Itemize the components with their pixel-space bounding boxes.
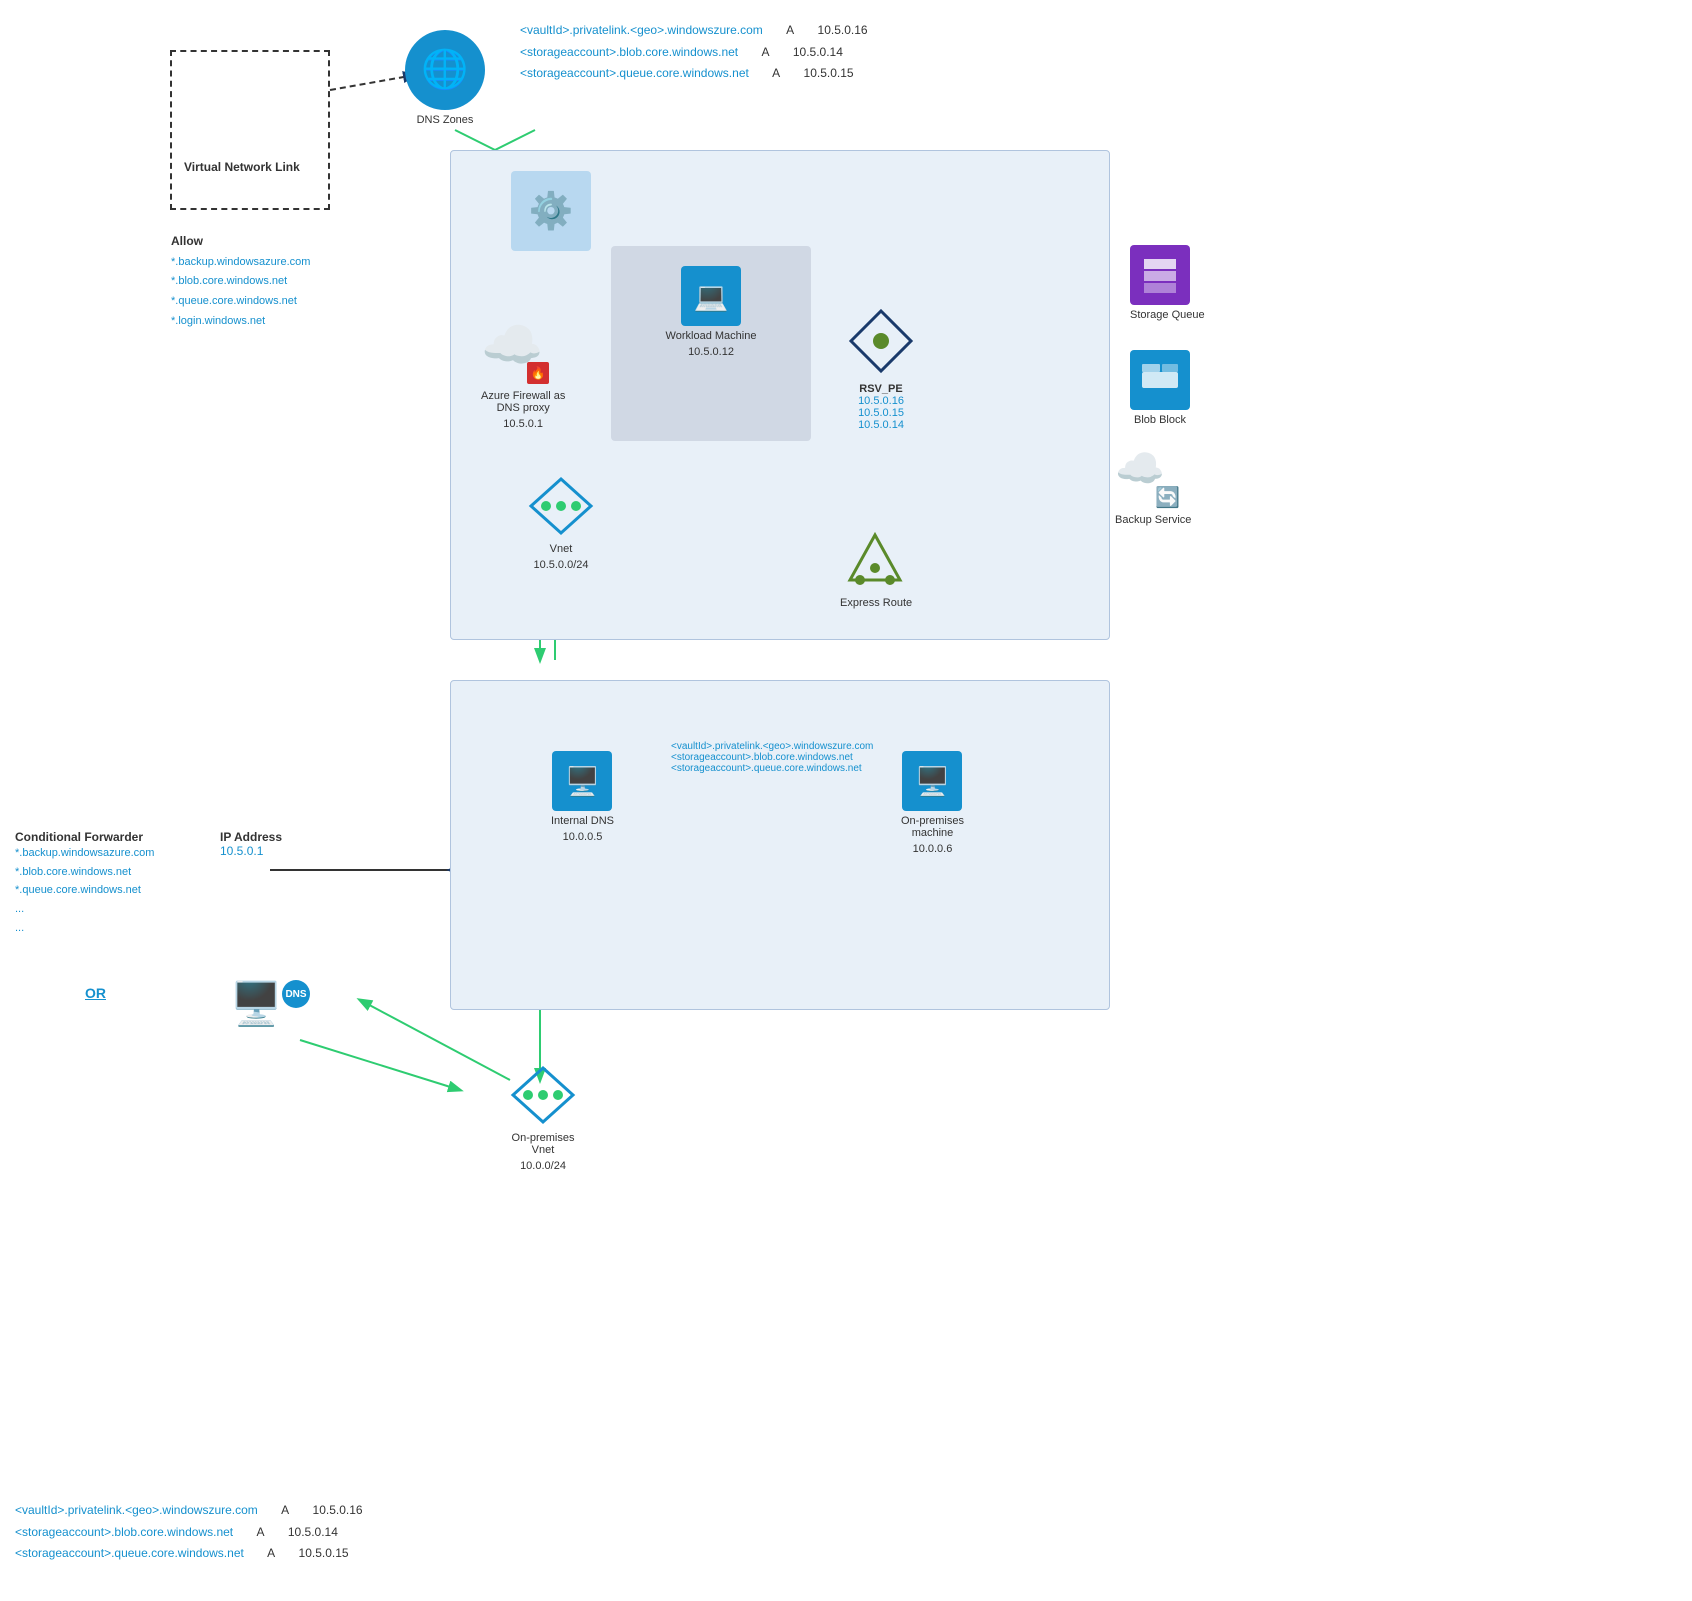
allow-item-2: *.blob.core.windows.net bbox=[171, 272, 310, 292]
cf-item-3: *.queue.core.windows.net bbox=[15, 881, 154, 900]
blob-block-icon bbox=[1130, 350, 1190, 410]
rsv-pe-icon bbox=[846, 306, 916, 376]
cf-item-4: ... bbox=[15, 900, 154, 919]
dns-record-3-name: <storageaccount>.queue.core.windows.net bbox=[520, 66, 749, 80]
dns-records-top: <vaultId>.privatelink.<geo>.windowszure.… bbox=[520, 20, 868, 85]
storage-queue-icon bbox=[1130, 245, 1190, 305]
dns-bottom-1-type: A bbox=[261, 1503, 309, 1517]
blob-block: Blob Block bbox=[1130, 350, 1190, 426]
cf-item-2: *.blob.core.windows.net bbox=[15, 863, 154, 882]
dns-resolver: ⚙️ bbox=[511, 171, 591, 251]
allow-item-3: *.queue.core.windows.net bbox=[171, 292, 310, 312]
internal-dns-ip: 10.0.0.5 bbox=[551, 831, 614, 843]
dns-record-1-ip: 10.5.0.16 bbox=[818, 23, 868, 37]
dns-record-2-name: <storageaccount>.blob.core.windows.net bbox=[520, 45, 738, 59]
virtual-network-link-label: Virtual Network Link bbox=[184, 160, 316, 174]
express-route: Express Route bbox=[840, 530, 912, 609]
workload-box: 💻 Workload Machine 10.5.0.12 bbox=[611, 246, 811, 441]
dns-server-on-prem: 🖥️ DNS bbox=[230, 980, 310, 1050]
vnet-ip: 10.5.0.0/24 bbox=[526, 559, 596, 571]
on-prem-region-box: 🖥️ Internal DNS 10.0.0.5 <vaultId>.priva… bbox=[450, 680, 1110, 1010]
ip-address-section: IP Address 10.5.0.1 bbox=[220, 830, 282, 858]
server-icon: 🖥️ bbox=[565, 765, 600, 798]
dns-bottom-2-type: A bbox=[236, 1525, 284, 1539]
allow-item-4: *.login.windows.net bbox=[171, 312, 310, 332]
allow-item-1: *.backup.windowsazure.com bbox=[171, 253, 310, 273]
dns-bottom-1-ip: 10.5.0.16 bbox=[313, 1503, 363, 1517]
rsv-pe: RSV_PE 10.5.0.16 10.5.0.15 10.5.0.14 bbox=[846, 306, 916, 431]
backup-service-label: Backup Service bbox=[1115, 514, 1191, 526]
on-premises-machine-ip: 10.0.0.6 bbox=[901, 843, 964, 855]
dns-record-mid-3: <storageaccount>.queue.core.windows.net bbox=[671, 763, 873, 774]
dns-server-icon: 🖥️ bbox=[230, 980, 282, 1027]
dns-record-1-type: A bbox=[766, 23, 814, 37]
ip-address-label: IP Address bbox=[220, 830, 282, 844]
or-label: OR bbox=[85, 985, 106, 1001]
allow-title: Allow bbox=[171, 231, 310, 253]
dns-record-2-type: A bbox=[741, 45, 789, 59]
dns-globe-icon: 🌐 bbox=[421, 48, 468, 92]
dns-record-mid-1: <vaultId>.privatelink.<geo>.windowszure.… bbox=[671, 741, 873, 752]
dns-zones-label: DNS Zones bbox=[405, 114, 485, 126]
express-route-icon bbox=[840, 530, 910, 590]
rsv-pe-label: RSV_PE 10.5.0.16 10.5.0.15 10.5.0.14 bbox=[846, 383, 916, 431]
on-premises-machine-label: On-premises machine bbox=[901, 815, 964, 839]
dns-record-1-name: <vaultId>.privatelink.<geo>.windowszure.… bbox=[520, 23, 763, 37]
backup-service: ☁️ 🔄 Backup Service bbox=[1115, 445, 1191, 526]
vnet: Vnet 10.5.0.0/24 bbox=[526, 476, 596, 571]
storage-queue: Storage Queue bbox=[1130, 245, 1205, 321]
on-premises-machine-icon: 🖥️ bbox=[902, 751, 962, 811]
azure-firewall-ip: 10.5.0.1 bbox=[481, 418, 565, 430]
workload-machine-label: Workload Machine bbox=[611, 330, 811, 342]
blob-block-label: Blob Block bbox=[1130, 414, 1190, 426]
firewall-icon: 🔥 bbox=[527, 362, 549, 384]
dns-record-3-ip: 10.5.0.15 bbox=[804, 66, 854, 80]
on-prem-vnet-icon bbox=[508, 1065, 578, 1125]
workload-machine-ip: 10.5.0.12 bbox=[611, 346, 811, 358]
internal-dns: 🖥️ Internal DNS 10.0.0.5 bbox=[551, 751, 614, 843]
on-premises-vnet: On-premises Vnet 10.0.0/24 bbox=[508, 1065, 578, 1172]
azure-region-box: ⚙️ Allow *.backup.windowsazure.com *.blo… bbox=[450, 150, 1110, 640]
workload-machine: 💻 Workload Machine 10.5.0.12 bbox=[611, 246, 811, 358]
virtual-network-link-box: Virtual Network Link bbox=[170, 50, 330, 210]
dns-badge-icon: DNS bbox=[285, 989, 306, 1000]
dns-bottom-3-ip: 10.5.0.15 bbox=[299, 1546, 349, 1560]
allow-section: Allow *.backup.windowsazure.com *.blob.c… bbox=[171, 231, 310, 332]
on-prem-vnet-ip: 10.0.0/24 bbox=[508, 1160, 578, 1172]
internal-dns-label: Internal DNS bbox=[551, 815, 614, 827]
workload-machine-icon: 💻 bbox=[681, 266, 741, 326]
dns-zones: 🌐 DNS Zones bbox=[405, 30, 485, 126]
gear-icon: ⚙️ bbox=[529, 190, 574, 232]
dns-record-2-ip: 10.5.0.14 bbox=[793, 45, 843, 59]
on-prem-vnet-label: On-premises Vnet bbox=[508, 1132, 578, 1156]
cf-title: Conditional Forwarder bbox=[15, 830, 154, 844]
dns-bottom-2-ip: 10.5.0.14 bbox=[288, 1525, 338, 1539]
machine-icon: 🖥️ bbox=[915, 765, 950, 798]
conditional-forwarder: Conditional Forwarder *.backup.windowsaz… bbox=[15, 830, 154, 937]
vnet-icon bbox=[526, 476, 596, 536]
cf-item-1: *.backup.windowsazure.com bbox=[15, 844, 154, 863]
vnet-label: Vnet bbox=[526, 543, 596, 555]
dns-record-3-type: A bbox=[752, 66, 800, 80]
dns-bottom-1-name: <vaultId>.privatelink.<geo>.windowszure.… bbox=[15, 1503, 258, 1517]
on-premises-machine: 🖥️ On-premises machine 10.0.0.6 bbox=[901, 751, 964, 855]
dns-bottom-3-name: <storageaccount>.queue.core.windows.net bbox=[15, 1546, 244, 1560]
diagram-container: <vaultId>.privatelink.<geo>.windowszure.… bbox=[0, 0, 1692, 1601]
dns-bottom-2-name: <storageaccount>.blob.core.windows.net bbox=[15, 1525, 233, 1539]
ip-address-value: 10.5.0.1 bbox=[220, 844, 282, 858]
azure-firewall-label: Azure Firewall as DNS proxy bbox=[481, 390, 565, 414]
dns-bottom-3-type: A bbox=[247, 1546, 295, 1560]
cf-item-5: ... bbox=[15, 919, 154, 938]
computer-icon: 💻 bbox=[694, 280, 729, 313]
internal-dns-icon: 🖥️ bbox=[552, 751, 612, 811]
storage-queue-label: Storage Queue bbox=[1130, 309, 1205, 321]
dns-records-bottom: <vaultId>.privatelink.<geo>.windowszure.… bbox=[15, 1500, 363, 1565]
express-route-label: Express Route bbox=[840, 597, 912, 609]
dns-record-mid-2: <storageaccount>.blob.core.windows.net bbox=[671, 752, 873, 763]
azure-firewall: ☁️ 🔥 Azure Firewall as DNS proxy 10.5.0.… bbox=[481, 316, 565, 430]
dns-records-middle: <vaultId>.privatelink.<geo>.windowszure.… bbox=[671, 741, 873, 774]
